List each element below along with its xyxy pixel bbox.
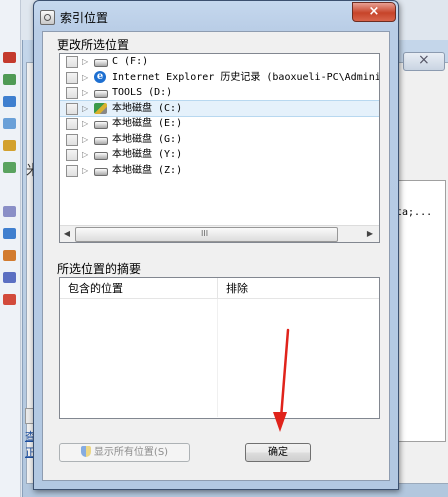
- location-label: TOOLS (D:): [112, 87, 173, 98]
- internet-explorer-icon: e: [94, 70, 106, 83]
- app-icon[interactable]: [3, 52, 16, 63]
- expand-arrow-icon[interactable]: ▷: [82, 132, 88, 148]
- location-tree-item[interactable]: ▷ C (F:): [60, 54, 379, 70]
- app-icon[interactable]: [3, 250, 16, 261]
- location-label: 本地磁盘 (C:): [112, 102, 183, 114]
- location-tree-rows: ▷ C (F:) ▷ e Internet Explorer 历史记录 (baoxuel…: [60, 54, 379, 178]
- background-window-close-button[interactable]: [403, 52, 445, 71]
- location-checkbox[interactable]: [66, 71, 78, 84]
- scroll-right-icon[interactable]: ▶: [363, 227, 377, 241]
- location-label: 本地磁盘 (Z:): [112, 164, 183, 176]
- location-tree-item[interactable]: ▷ TOOLS (D:): [60, 85, 379, 101]
- location-checkbox[interactable]: [66, 87, 78, 99]
- drive-icon: [94, 121, 108, 129]
- column-divider: [217, 299, 218, 417]
- app-icon[interactable]: [3, 118, 16, 129]
- uac-shield-icon: [80, 446, 91, 457]
- location-tree-item[interactable]: ▷ 本地磁盘 (E:): [60, 116, 379, 132]
- close-icon: ×: [368, 4, 380, 19]
- location-label: C (F:): [112, 56, 149, 67]
- title-bar[interactable]: 索引位置 ×: [34, 1, 398, 31]
- app-icon[interactable]: [3, 272, 16, 283]
- horizontal-scrollbar[interactable]: ◀ III ▶: [60, 225, 379, 242]
- background-text-pane: ta;...: [392, 180, 446, 442]
- summary-label: 所选位置的摘要: [57, 262, 142, 276]
- app-icon[interactable]: [3, 228, 16, 239]
- location-tree-item[interactable]: ▷ 本地磁盘 (Y:): [60, 147, 379, 163]
- location-label: 本地磁盘 (Y:): [112, 149, 183, 160]
- drive-icon: [94, 152, 108, 160]
- scrollbar-grip-icon: III: [201, 229, 209, 238]
- app-icon[interactable]: [3, 96, 16, 107]
- scrollbar-thumb[interactable]: III: [75, 227, 338, 242]
- location-label: 本地磁盘 (E:): [112, 118, 183, 129]
- included-locations-column-header[interactable]: 包含的位置: [60, 278, 218, 299]
- location-label: Internet Explorer 历史记录 (baoxueli-PC\Admi…: [112, 71, 380, 83]
- location-checkbox[interactable]: [66, 164, 78, 177]
- location-tree-item[interactable]: ▷ e Internet Explorer 历史记录 (baoxueli-PC\Ad…: [60, 70, 379, 86]
- left-icon-strip: [0, 0, 21, 497]
- drive-icon: [94, 167, 108, 176]
- app-icon[interactable]: [3, 206, 16, 217]
- expand-arrow-icon[interactable]: ▷: [82, 85, 88, 101]
- show-all-locations-button[interactable]: 显示所有位置(S): [59, 443, 190, 462]
- selected-locations-summary: 包含的位置 排除: [59, 277, 380, 419]
- drive-icon: [94, 136, 108, 145]
- app-icon[interactable]: [3, 162, 16, 173]
- indexed-locations-dialog: 索引位置 × 更改所选位置 ▷ C (F:) ▷ e Internet Explorer…: [33, 0, 399, 490]
- exclude-column-header[interactable]: 排除: [218, 278, 379, 299]
- app-icon[interactable]: [3, 140, 16, 151]
- indexing-options-icon: [40, 10, 55, 25]
- dialog-title: 索引位置: [60, 11, 109, 25]
- system-drive-icon: [94, 102, 107, 114]
- location-checkbox[interactable]: [66, 102, 78, 115]
- ok-button-label: 确定: [268, 447, 288, 458]
- location-tree-item[interactable]: ▷ 本地磁盘 (G:): [60, 132, 379, 148]
- drive-icon: [94, 59, 108, 67]
- show-all-locations-label: 显示所有位置(S): [93, 447, 169, 458]
- background-pane-text: ta;...: [396, 207, 433, 218]
- expand-arrow-icon[interactable]: ▷: [82, 101, 88, 117]
- location-tree-item[interactable]: ▷ 本地磁盘 (Z:): [60, 163, 379, 179]
- expand-arrow-icon[interactable]: ▷: [82, 163, 88, 179]
- location-checkbox[interactable]: [66, 56, 78, 68]
- location-label: 本地磁盘 (G:): [112, 133, 183, 145]
- dialog-client-area: 更改所选位置 ▷ C (F:) ▷ e Internet Explorer 历史记录 (…: [42, 31, 390, 481]
- location-checkbox[interactable]: [66, 118, 78, 130]
- location-checkbox[interactable]: [66, 133, 78, 146]
- scroll-left-icon[interactable]: ◀: [60, 227, 74, 241]
- expand-arrow-icon[interactable]: ▷: [82, 116, 88, 132]
- location-tree-item[interactable]: ▷ 本地磁盘 (C:): [60, 99, 379, 117]
- location-checkbox[interactable]: [66, 149, 78, 161]
- ok-button[interactable]: 确定: [245, 443, 311, 462]
- location-tree[interactable]: ▷ C (F:) ▷ e Internet Explorer 历史记录 (baoxuel…: [59, 53, 380, 243]
- change-locations-label: 更改所选位置: [57, 38, 130, 52]
- drive-icon: [94, 90, 108, 98]
- expand-arrow-icon[interactable]: ▷: [82, 54, 88, 70]
- expand-arrow-icon[interactable]: ▷: [82, 147, 88, 163]
- expand-arrow-icon[interactable]: ▷: [82, 70, 88, 86]
- app-icon[interactable]: [3, 294, 16, 305]
- close-button[interactable]: ×: [352, 2, 396, 22]
- app-icon[interactable]: [3, 74, 16, 85]
